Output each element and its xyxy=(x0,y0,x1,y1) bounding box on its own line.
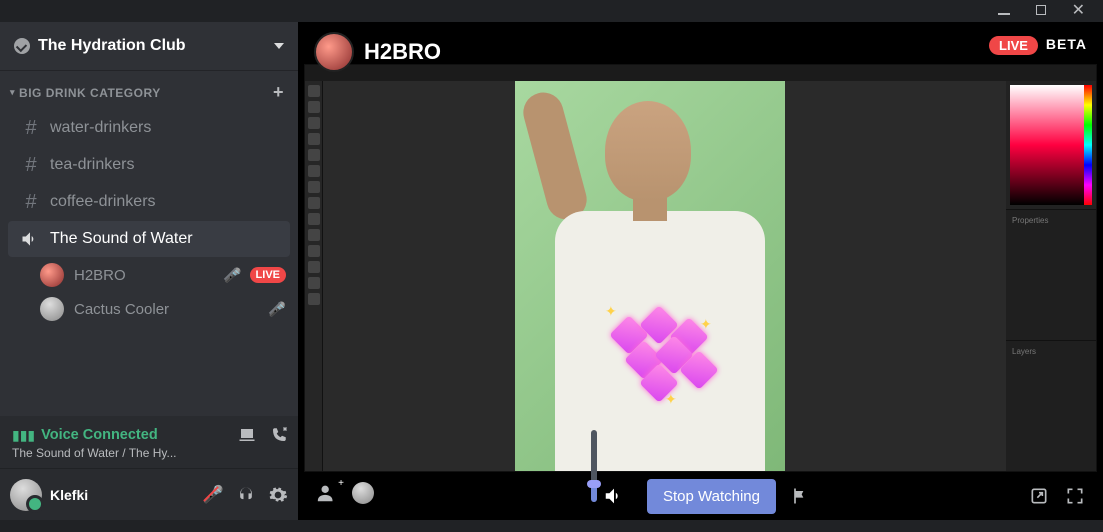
screen-share-icon[interactable] xyxy=(238,426,256,444)
stop-watching-button[interactable]: Stop Watching xyxy=(647,479,776,514)
voice-channel-sound-of-water[interactable]: The Sound of Water xyxy=(8,221,290,257)
hashtag-icon: # xyxy=(20,191,42,214)
live-badge: LIVE xyxy=(989,36,1038,55)
voice-user-name: H2BRO xyxy=(74,267,126,284)
stream-image: ✦ ✦ ✦ xyxy=(515,81,785,471)
channel-tea-drinkers[interactable]: # tea-drinkers xyxy=(8,147,290,183)
category-label: BIG DRINK CATEGORY xyxy=(19,86,161,100)
avatar xyxy=(40,297,64,321)
volume-slider[interactable] xyxy=(591,430,597,502)
layers-panel: Layers xyxy=(1006,340,1096,471)
server-header[interactable]: The Hydration Club xyxy=(0,22,298,70)
popout-icon[interactable] xyxy=(1029,486,1049,506)
photoshop-toolbar xyxy=(305,81,323,471)
hashtag-icon: # xyxy=(20,154,42,177)
channel-water-drinkers[interactable]: # water-drinkers xyxy=(8,110,290,146)
mute-button[interactable]: 🎤 xyxy=(203,485,224,505)
self-username: Klefki xyxy=(50,487,88,503)
avatar xyxy=(40,263,64,287)
close-button[interactable]: ✕ xyxy=(1072,6,1085,16)
stream-view: H2BRO LIVE BETA Properties Layers xyxy=(298,22,1103,520)
minimize-button[interactable] xyxy=(998,2,1010,20)
self-avatar[interactable] xyxy=(10,479,42,511)
voice-user-cactus-cooler[interactable]: Cactus Cooler 🎤 xyxy=(0,292,298,326)
chevron-down-icon: ▾ xyxy=(10,87,15,98)
channel-label: The Sound of Water xyxy=(50,230,193,248)
streamer-avatar xyxy=(314,32,354,72)
report-icon[interactable] xyxy=(790,486,810,506)
maximize-button[interactable] xyxy=(1036,2,1046,20)
stream-controls: + Stop Watching xyxy=(298,472,1103,520)
settings-button[interactable] xyxy=(268,485,288,505)
live-badge: LIVE xyxy=(250,267,286,283)
voice-user-h2bro[interactable]: H2BRO 🎤 LIVE xyxy=(0,258,298,292)
muted-icon: 🎤 xyxy=(269,301,286,318)
signal-icon: ▮▮▮ xyxy=(12,427,35,444)
stream-canvas: Properties Layers ✦ xyxy=(304,64,1097,472)
voice-user-name: Cactus Cooler xyxy=(74,301,169,318)
channel-label: water-drinkers xyxy=(50,119,151,137)
photoshop-panels: Properties Layers xyxy=(1006,81,1096,471)
deafen-button[interactable] xyxy=(236,485,256,505)
server-name: The Hydration Club xyxy=(38,37,186,55)
channel-label: tea-drinkers xyxy=(50,156,134,174)
voice-status-panel: ▮▮▮ Voice Connected The Sound of Water /… xyxy=(0,416,298,468)
category-header[interactable]: ▾ BIG DRINK CATEGORY + xyxy=(0,78,298,109)
add-channel-button[interactable]: + xyxy=(273,82,284,103)
speaker-icon xyxy=(20,229,42,249)
voice-status: Voice Connected xyxy=(41,427,158,443)
invite-user-icon[interactable]: + xyxy=(316,482,338,510)
channel-label: coffee-drinkers xyxy=(50,193,156,211)
properties-panel: Properties xyxy=(1006,209,1096,340)
user-panel: Klefki 🎤 xyxy=(0,468,298,520)
fullscreen-icon[interactable] xyxy=(1065,486,1085,506)
verified-icon xyxy=(14,38,30,54)
hashtag-icon: # xyxy=(20,117,42,140)
channel-coffee-drinkers[interactable]: # coffee-drinkers xyxy=(8,184,290,220)
streamer-name: H2BRO xyxy=(364,39,441,65)
volume-icon[interactable] xyxy=(603,485,625,507)
beta-badge: BETA xyxy=(1046,36,1087,55)
color-picker xyxy=(1010,85,1092,205)
channel-sidebar: The Hydration Club ▾ BIG DRINK CATEGORY … xyxy=(0,22,298,520)
disconnect-icon[interactable] xyxy=(270,426,288,444)
muted-icon: 🎤 xyxy=(224,267,241,284)
chevron-down-icon xyxy=(274,43,284,49)
voice-channel-path: The Sound of Water / The Hy... xyxy=(12,446,288,460)
viewer-avatar[interactable] xyxy=(352,482,384,510)
